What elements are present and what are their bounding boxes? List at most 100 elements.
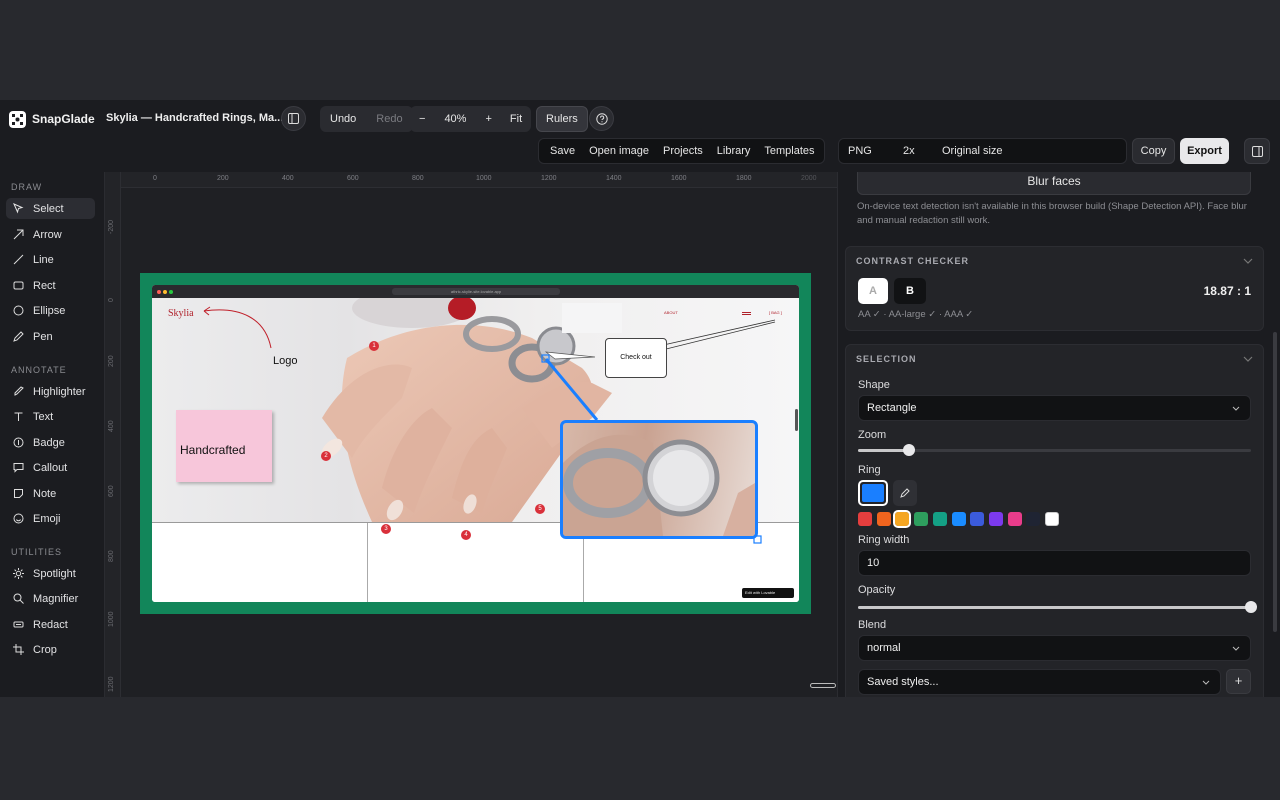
callout-box[interactable]: Check out (605, 338, 667, 378)
tool-label: Redact (33, 618, 68, 631)
step-badge[interactable]: 1 (369, 341, 379, 351)
tool-select[interactable]: Select (6, 198, 95, 219)
color-swatch[interactable] (876, 512, 891, 526)
tool-spotlight[interactable]: Spotlight (6, 563, 95, 584)
scale-select[interactable]: 2x (896, 145, 936, 157)
blend-select[interactable]: normal (858, 635, 1251, 661)
templates-button[interactable]: Templates (757, 145, 821, 157)
callout-tail (649, 319, 776, 354)
eyedropper-button[interactable] (893, 480, 917, 506)
tool-note[interactable]: Note (6, 483, 95, 504)
redo-button[interactable]: Redo (366, 106, 413, 132)
contrast-background-swatch[interactable]: B (894, 278, 926, 304)
screenshot-frame[interactable]: athric-skylie-site.lovable.app Skylia AB… (140, 273, 811, 614)
color-swatch[interactable] (988, 512, 1003, 526)
logo-annotation-label[interactable]: Logo (273, 355, 297, 367)
ring-color-swatch[interactable] (858, 480, 888, 506)
color-swatch[interactable] (932, 512, 947, 526)
tool-sidebar: DRAW Select Arrow Line Rect Ellipse Pen … (0, 172, 105, 697)
tool-label: Emoji (33, 512, 61, 525)
color-swatch[interactable] (951, 512, 966, 526)
zoom-slider[interactable] (858, 444, 1251, 456)
arrow-icon (12, 229, 24, 241)
ruler-tick: 800 (108, 550, 115, 562)
ring-width-input[interactable]: 10 (858, 550, 1251, 576)
tool-text[interactable]: Text (6, 406, 95, 427)
canvas-area[interactable]: 0 200 400 600 800 1000 1200 1400 1600 18… (105, 172, 837, 697)
sticky-note[interactable]: Handcrafted (176, 410, 272, 482)
ring-width-label: Ring width (858, 534, 910, 546)
projects-button[interactable]: Projects (656, 145, 710, 157)
panel-icon (1251, 145, 1263, 157)
tool-crop[interactable]: Crop (6, 639, 95, 660)
ruler-tick: 400 (108, 420, 115, 432)
opacity-slider[interactable] (858, 601, 1257, 613)
detection-note: On-device text detection isn't available… (857, 201, 1247, 226)
zoom-slider-knob[interactable] (903, 444, 916, 456)
tool-pen[interactable]: Pen (6, 326, 95, 347)
step-badge[interactable]: 3 (381, 524, 391, 534)
color-swatch[interactable] (858, 512, 872, 526)
chevron-down-icon[interactable] (1243, 356, 1253, 362)
step-badge[interactable]: 5 (535, 504, 545, 514)
color-swatch[interactable] (1026, 512, 1041, 526)
ruler-tick: 400 (282, 175, 294, 182)
library-button[interactable]: Library (710, 145, 758, 157)
canvas-vscroll[interactable] (795, 409, 798, 431)
step-badge[interactable]: 2 (321, 451, 331, 461)
toggle-sidebar-button[interactable] (281, 106, 306, 131)
help-button[interactable] (589, 106, 614, 131)
step-badge[interactable]: 4 (461, 530, 471, 540)
ruler-tick: 1600 (671, 175, 687, 182)
history-group: Undo Redo (320, 106, 413, 132)
color-swatches (858, 510, 1258, 528)
fit-button[interactable]: Fit (501, 106, 531, 132)
tool-label: Text (33, 410, 54, 423)
color-swatch[interactable] (914, 512, 929, 526)
opacity-slider-knob[interactable] (1245, 601, 1257, 613)
horizontal-ruler: 0 200 400 600 800 1000 1200 1400 1600 18… (121, 172, 837, 188)
blur-faces-button[interactable]: Blur faces (857, 172, 1251, 195)
open-image-button[interactable]: Open image (582, 145, 656, 157)
rulers-label: Rulers (546, 113, 578, 125)
tool-callout[interactable]: Callout (6, 457, 95, 478)
contrast-foreground-swatch[interactable]: A (858, 278, 888, 304)
zoom-out-button[interactable]: − (410, 106, 434, 132)
saved-styles-select[interactable]: Saved styles... (858, 669, 1221, 695)
tool-arrow[interactable]: Arrow (6, 224, 95, 245)
panel-scrollbar[interactable] (1273, 332, 1277, 632)
ruler-tick: 600 (347, 175, 359, 182)
canvas-hscroll[interactable] (810, 683, 836, 688)
color-swatch[interactable] (1045, 512, 1059, 526)
tool-redact[interactable]: Redact (6, 614, 95, 635)
tool-rect[interactable]: Rect (6, 275, 95, 296)
format-select[interactable]: PNG (839, 145, 896, 157)
color-swatch[interactable] (893, 510, 912, 528)
shape-select[interactable]: Rectangle (858, 395, 1251, 421)
zoom-in-button[interactable]: + (476, 106, 500, 132)
tool-label: Magnifier (33, 592, 79, 605)
undo-button[interactable]: Undo (320, 106, 366, 132)
chevron-down-icon[interactable] (1243, 258, 1253, 264)
tool-line[interactable]: Line (6, 249, 95, 270)
tool-label: Crop (33, 643, 57, 656)
export-button[interactable]: Export (1180, 138, 1229, 164)
color-swatch[interactable] (1007, 512, 1022, 526)
logo-arrow[interactable] (203, 309, 272, 349)
magnifier-lens[interactable] (560, 420, 758, 539)
size-select[interactable]: Original size (936, 145, 1010, 157)
tool-badge[interactable]: Badge (6, 432, 95, 453)
line-icon (12, 254, 24, 266)
toggle-panel-button[interactable] (1244, 138, 1270, 164)
tool-emoji[interactable]: Emoji (6, 508, 95, 529)
color-swatch[interactable] (970, 512, 985, 526)
blend-label: Blend (858, 619, 887, 631)
tool-magnifier[interactable]: Magnifier (6, 588, 95, 609)
tool-label: Callout (33, 461, 68, 474)
rulers-toggle[interactable]: Rulers (536, 106, 588, 132)
add-style-button[interactable]: + (1226, 669, 1251, 694)
save-button[interactable]: Save (543, 145, 582, 157)
copy-button[interactable]: Copy (1132, 138, 1175, 164)
tool-ellipse[interactable]: Ellipse (6, 300, 95, 321)
tool-highlighter[interactable]: Highlighter (6, 381, 95, 402)
